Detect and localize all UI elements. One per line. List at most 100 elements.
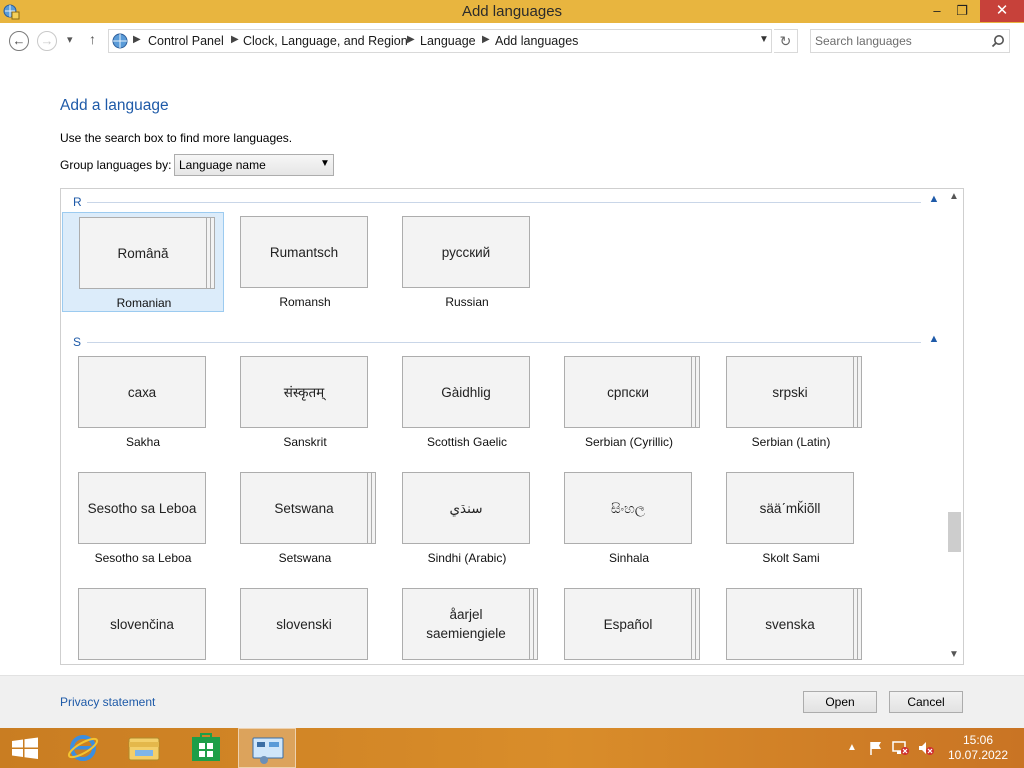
native-name: sääˊmǩiõll [759, 500, 821, 516]
language-tile[interactable]: संस्कृतम् [240, 356, 368, 428]
language-item[interactable]: саха Sakha [62, 352, 224, 452]
breadcrumb-item[interactable]: Add languages [495, 34, 578, 48]
collapse-group-icon[interactable]: ▲ [927, 333, 941, 345]
language-tile[interactable]: српски [564, 356, 692, 428]
language-tile[interactable]: Sesotho sa Leboa [78, 472, 206, 544]
forward-button[interactable]: → [37, 31, 57, 51]
arrow-up-icon: ↑ [89, 31, 96, 47]
english-name: Sindhi (Arabic) [427, 551, 507, 565]
language-tile[interactable]: åarjel saemiengiele [402, 588, 530, 660]
language-item[interactable]: Gàidhlig Scottish Gaelic [386, 352, 548, 452]
language-list[interactable]: R ▲ Română Romanian Rumantsch Romansh ру… [60, 188, 964, 665]
native-name: русский [441, 244, 491, 260]
address-dropdown-icon[interactable]: ▼ [759, 34, 769, 45]
language-tile[interactable]: Română [79, 217, 207, 289]
breadcrumb-separator-icon[interactable]: ▶ [482, 34, 490, 45]
language-item[interactable]: سنڌي Sindhi (Arabic) [386, 468, 548, 568]
file-explorer-button[interactable] [115, 728, 173, 768]
privacy-statement-link[interactable]: Privacy statement [60, 695, 155, 709]
search-input[interactable] [815, 33, 985, 49]
language-item[interactable]: සිංහල Sinhala [548, 468, 710, 568]
language-tile[interactable]: Rumantsch [240, 216, 368, 288]
control-panel-taskbar-button[interactable] [238, 728, 296, 768]
collapse-group-icon[interactable]: ▲ [927, 193, 941, 205]
language-tile[interactable]: slovenski [240, 588, 368, 660]
recent-locations-button[interactable]: ▾ [67, 33, 73, 46]
breadcrumb-separator-icon[interactable]: ▶ [407, 34, 415, 45]
english-name: Serbian (Cyrillic) [584, 435, 673, 449]
scrollbar-thumb[interactable] [948, 512, 961, 552]
start-button[interactable] [0, 728, 58, 768]
language-item[interactable]: Setswana Setswana [224, 468, 386, 568]
volume-muted-icon[interactable] [917, 740, 935, 756]
vertical-scrollbar[interactable]: ▲ ▼ [945, 189, 963, 664]
language-tile[interactable]: සිංහල [564, 472, 692, 544]
breadcrumb-item[interactable]: Clock, Language, and Region [243, 34, 408, 48]
open-button[interactable]: Open [803, 691, 877, 713]
english-name: Romansh [279, 295, 331, 309]
windows-logo-icon [12, 737, 38, 759]
language-item[interactable]: Română Romanian [62, 212, 224, 312]
language-item[interactable]: slovenčina [62, 584, 224, 664]
english-name: Setswana [278, 551, 332, 565]
language-item[interactable]: Rumantsch Romansh [224, 212, 386, 312]
group-by-select[interactable]: Language name ▼ [174, 154, 334, 176]
language-item[interactable]: åarjel saemiengiele [386, 584, 548, 664]
action-center-flag-icon[interactable] [868, 740, 884, 756]
language-item[interactable]: संस्कृतम् Sanskrit [224, 352, 386, 452]
cancel-button[interactable]: Cancel [889, 691, 963, 713]
search-hint: Use the search box to find more language… [60, 131, 293, 145]
scroll-up-icon[interactable]: ▲ [945, 191, 963, 202]
language-item[interactable]: slovenski [224, 584, 386, 664]
group-header-r: R ▲ [61, 191, 941, 211]
arrow-right-icon: → [40, 33, 54, 48]
group-letter: S [73, 335, 82, 349]
language-item[interactable]: svenska [710, 584, 872, 664]
language-item[interactable]: русский Russian [386, 212, 548, 312]
group-header-s: S ▲ [61, 331, 941, 351]
native-name: Gàidhlig [441, 384, 491, 400]
language-tile[interactable]: Setswana [240, 472, 368, 544]
address-bar: ← → ▾ ↑ ▶ Control Panel ▶ Clock, Languag… [0, 23, 1024, 59]
breadcrumb-separator-icon[interactable]: ▶ [231, 34, 239, 45]
dialog-footer: Privacy statement Open Cancel [0, 675, 1024, 728]
language-tile[interactable]: sääˊmǩiõll [726, 472, 854, 544]
internet-explorer-button[interactable] [54, 728, 112, 768]
scroll-down-icon[interactable]: ▼ [945, 649, 963, 660]
title-bar: Add languages – ❐ ✕ [0, 0, 1024, 23]
group-divider [87, 342, 921, 343]
native-name: Rumantsch [269, 244, 339, 260]
language-tile[interactable]: svenska [726, 588, 854, 660]
language-item[interactable]: српски Serbian (Cyrillic) [548, 352, 710, 452]
restore-button[interactable]: ❐ [947, 0, 977, 22]
language-tile[interactable]: саха [78, 356, 206, 428]
search-box[interactable] [810, 29, 1010, 53]
english-name: Russian [445, 295, 489, 309]
folder-icon [128, 737, 160, 761]
close-button[interactable]: ✕ [980, 0, 1024, 22]
breadcrumb[interactable]: ▶ Control Panel ▶ Clock, Language, and R… [108, 29, 772, 53]
breadcrumb-item[interactable]: Language [420, 34, 476, 48]
breadcrumb-item[interactable]: Control Panel [148, 34, 224, 48]
language-tile[interactable]: srpski [726, 356, 854, 428]
language-tile[interactable]: slovenčina [78, 588, 206, 660]
native-name: سنڌي [449, 500, 483, 516]
native-name: Español [603, 616, 653, 632]
language-item[interactable]: srpski Serbian (Latin) [710, 352, 872, 452]
search-icon[interactable] [991, 34, 1005, 48]
store-button[interactable] [177, 728, 235, 768]
refresh-button[interactable]: ↻ [774, 29, 798, 53]
language-tile[interactable]: Español [564, 588, 692, 660]
show-hidden-icons-icon[interactable]: ▲ [847, 742, 857, 753]
language-tile[interactable]: русский [402, 216, 530, 288]
network-disconnected-icon[interactable] [892, 740, 910, 756]
language-item[interactable]: Sesotho sa Leboa Sesotho sa Leboa [62, 468, 224, 568]
language-tile[interactable]: سنڌي [402, 472, 530, 544]
up-button[interactable]: ↑ [89, 31, 96, 47]
taskbar: ▲ 15:06 10.07.2022 [0, 728, 1024, 768]
language-tile[interactable]: Gàidhlig [402, 356, 530, 428]
language-item[interactable]: Español [548, 584, 710, 664]
back-button[interactable]: ← [9, 31, 29, 51]
system-clock[interactable]: 15:06 10.07.2022 [946, 733, 1010, 763]
language-item[interactable]: sääˊmǩiõll Skolt Sami [710, 468, 872, 568]
